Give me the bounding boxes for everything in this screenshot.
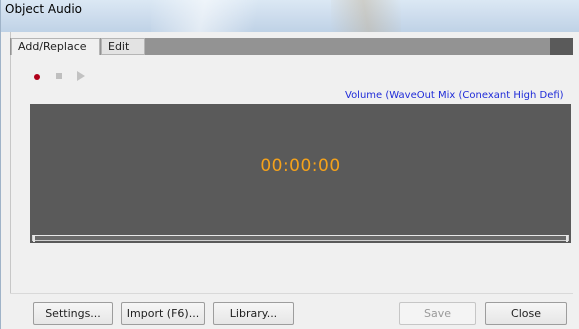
timecode-display: 00:00:00 <box>30 104 571 234</box>
settings-button[interactable]: Settings... <box>33 302 113 325</box>
scrollbar-track[interactable] <box>32 235 569 242</box>
title-bar-glass-highlight <box>151 0 281 32</box>
horizontal-scrollbar[interactable] <box>30 234 571 243</box>
tab-edit[interactable]: Edit <box>101 38 145 55</box>
tab-add-replace[interactable]: Add/Replace <box>11 38 100 55</box>
tab-strip-end-block <box>550 38 573 55</box>
library-button[interactable]: Library... <box>213 302 294 325</box>
import-button[interactable]: Import (F6)... <box>121 302 205 325</box>
object-audio-window: Object Audio Add/Replace Edit Volume (Wa… <box>0 0 579 329</box>
save-button[interactable]: Save <box>399 302 476 325</box>
stop-icon[interactable] <box>56 73 62 79</box>
volume-source-link[interactable]: Volume (WaveOut Mix (Conexant High Defi) <box>345 90 564 101</box>
record-icon[interactable] <box>34 74 40 80</box>
close-button[interactable]: Close <box>485 302 567 325</box>
scrollbar-left-end[interactable] <box>33 236 35 242</box>
window-title: Object Audio <box>5 2 83 16</box>
play-icon[interactable] <box>77 71 85 81</box>
title-bar[interactable]: Object Audio <box>1 0 579 32</box>
scrollbar-right-end[interactable] <box>566 236 568 242</box>
title-bar-glass-shade <box>331 0 401 32</box>
timecode-readout: 00:00:00 <box>260 156 341 176</box>
